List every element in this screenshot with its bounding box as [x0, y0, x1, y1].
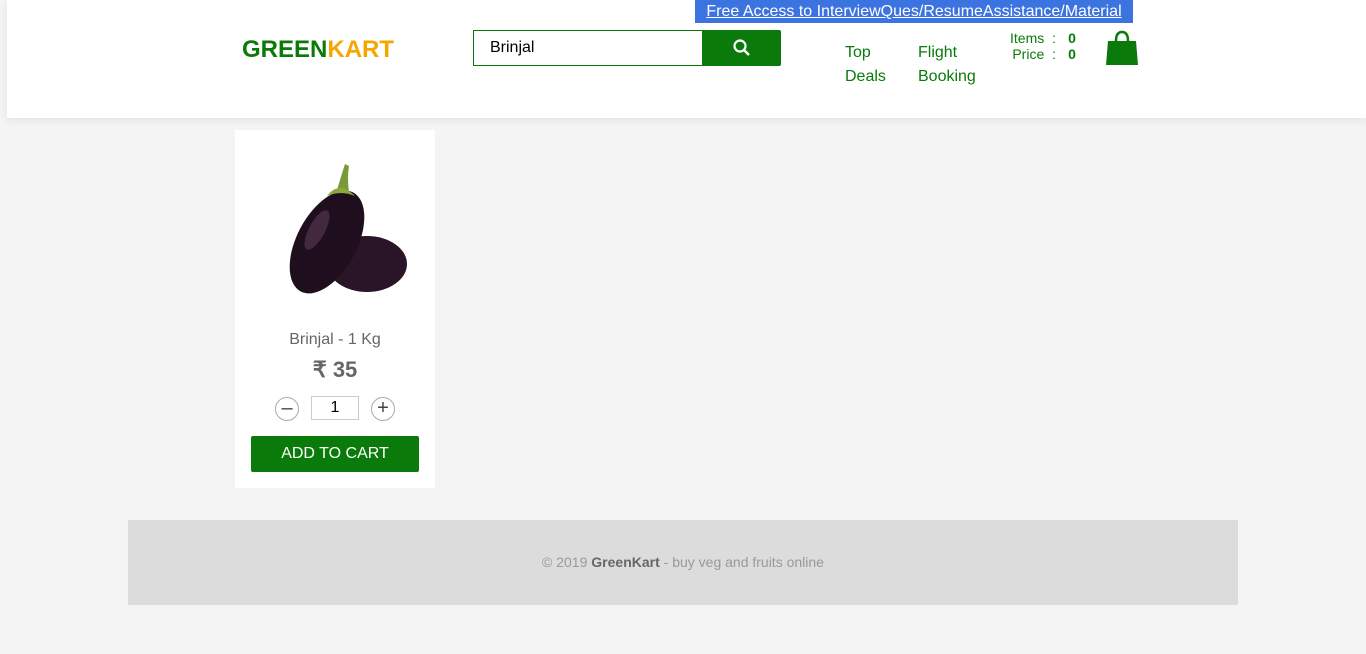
nav-label: Deals — [845, 68, 886, 85]
search-icon — [733, 39, 750, 56]
nav-label: Booking — [918, 68, 976, 85]
price-total: 0 — [1068, 46, 1076, 62]
items-label: Items — [1010, 30, 1045, 46]
promo-link[interactable]: Free Access to InterviewQues/ResumeAssis… — [695, 0, 1133, 23]
increment-button[interactable]: + — [371, 397, 395, 421]
footer-copyright: © 2019 — [542, 554, 592, 570]
search-input[interactable] — [473, 30, 703, 66]
decrement-button[interactable]: – — [275, 397, 299, 421]
logo: GREENKART — [242, 36, 394, 64]
nav-label: Top — [845, 44, 871, 61]
search-button[interactable] — [702, 30, 781, 66]
product-name: Brinjal - 1 Kg — [289, 331, 381, 348]
footer: © 2019 GreenKart - buy veg and fruits on… — [128, 520, 1238, 605]
items-count: 0 — [1068, 30, 1076, 46]
cart-bag-icon[interactable] — [1105, 30, 1139, 66]
footer-tagline: - buy veg and fruits online — [659, 554, 824, 570]
price-label: Price — [1012, 46, 1045, 62]
cart-info: Items :0 Price :0 — [1010, 30, 1076, 62]
nav-top-deals[interactable]: Top Deals — [845, 41, 886, 89]
nav-flight-booking[interactable]: Flight Booking — [918, 41, 976, 89]
quantity-input[interactable] — [311, 396, 359, 420]
footer-brand: GreenKart — [591, 554, 660, 570]
nav-label: Flight — [918, 44, 958, 61]
logo-green: GREEN — [242, 36, 328, 63]
logo-orange: KART — [327, 36, 395, 63]
product-card: Brinjal - 1 Kg ₹ 35 – + ADD TO CART — [235, 130, 435, 488]
product-image — [289, 164, 407, 294]
add-to-cart-button[interactable]: ADD TO CART — [251, 436, 419, 472]
product-price: ₹ 35 — [312, 357, 358, 382]
